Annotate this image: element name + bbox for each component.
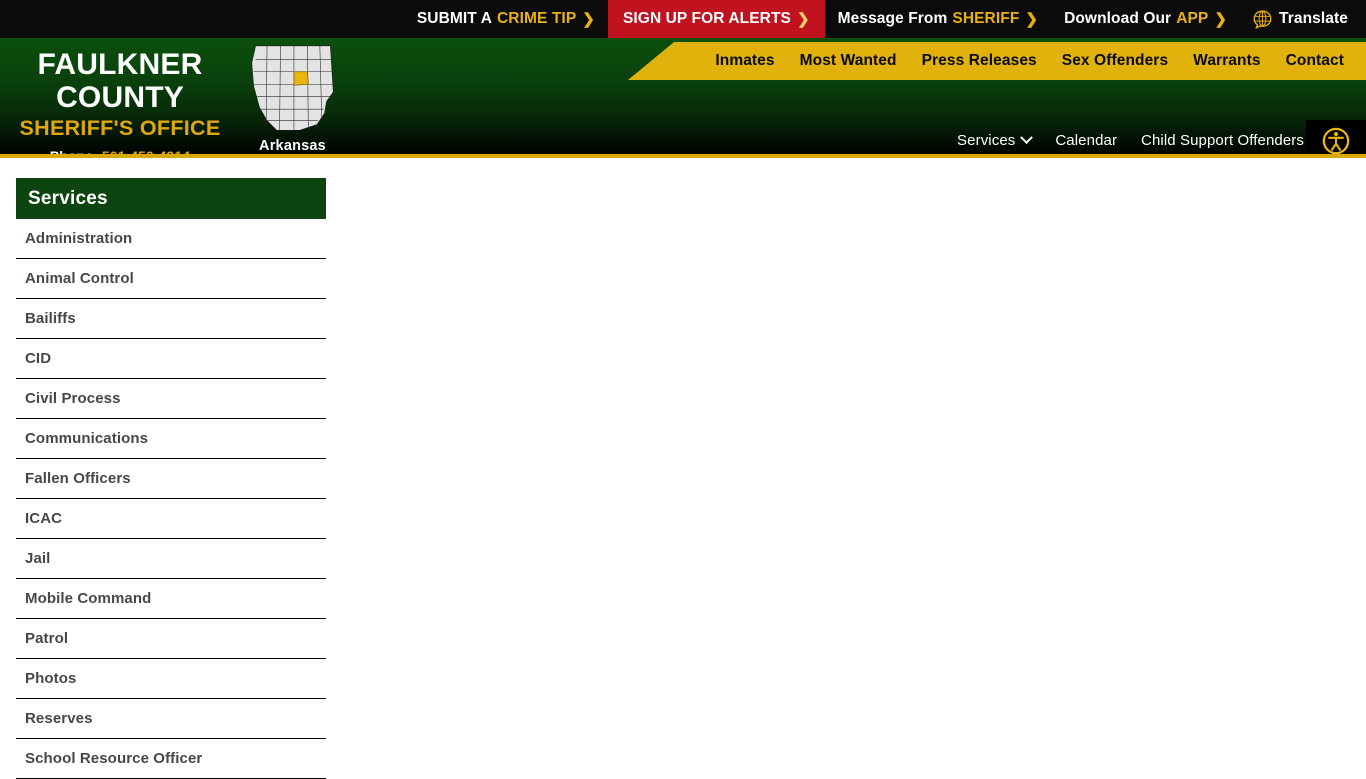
sidebar-item-civil-process[interactable]: Civil Process: [16, 379, 326, 419]
sidebar-item-animal-control[interactable]: Animal Control: [16, 259, 326, 299]
accessibility-icon[interactable]: [1321, 126, 1351, 156]
sidebar-item-reserves[interactable]: Reserves: [16, 699, 326, 739]
sidebar-item-photos[interactable]: Photos: [16, 659, 326, 699]
download-app-accent: APP: [1176, 10, 1209, 27]
sidebar-title: Services: [16, 178, 326, 219]
secondary-nav-row-1: Services Calendar Child Support Offender…: [933, 131, 1304, 149]
translate-link[interactable]: Translate: [1240, 0, 1366, 38]
sign-up-alerts-button[interactable]: SIGN UP FOR ALERTS ❯: [607, 0, 825, 38]
chevron-right-icon: ❯: [1025, 10, 1039, 28]
services-sidebar: Services Administration Animal Control B…: [16, 178, 326, 779]
submit-crime-tip-text: SUBMIT A: [416, 10, 492, 27]
download-app-text: Download Our: [1064, 10, 1172, 27]
nav-item-most-wanted[interactable]: Most Wanted: [775, 52, 897, 70]
logo-office-name: SHERIFF'S OFFICE: [19, 116, 221, 140]
nav-item-sex-offenders[interactable]: Sex Offenders: [1037, 52, 1168, 70]
subnav-item-calendar[interactable]: Calendar: [1031, 132, 1117, 149]
sidebar-item-cid[interactable]: CID: [16, 339, 326, 379]
subnav-item-child-support-offenders[interactable]: Child Support Offenders: [1117, 132, 1304, 149]
chevron-right-icon: ❯: [796, 10, 810, 28]
message-from-sheriff-text: Message From: [837, 10, 948, 27]
subnav-item-services-label: Services: [957, 132, 1016, 149]
chevron-right-icon: ❯: [1214, 10, 1228, 28]
translate-label: Translate: [1279, 10, 1348, 27]
nav-item-warrants[interactable]: Warrants: [1168, 52, 1260, 70]
submit-crime-tip-link[interactable]: SUBMIT A CRIME TIP ❯: [404, 0, 608, 38]
site-header: FAULKNER COUNTY SHERIFF'S OFFICE Phone: …: [0, 38, 1366, 158]
globe-icon: [1253, 10, 1272, 29]
sidebar-item-icac[interactable]: ICAC: [16, 499, 326, 539]
submit-crime-tip-accent: CRIME TIP: [497, 10, 577, 27]
sign-up-alerts-text: SIGN UP FOR ALERTS: [622, 10, 791, 27]
header-utility-panel: [1306, 120, 1366, 158]
nav-item-press-releases[interactable]: Press Releases: [897, 52, 1037, 70]
sidebar-item-school-resource-officer[interactable]: School Resource Officer: [16, 739, 326, 779]
logo-text-block: FAULKNER COUNTY SHERIFF'S OFFICE Phone: …: [0, 38, 232, 158]
sidebar-item-jail[interactable]: Jail: [16, 539, 326, 579]
sidebar-item-patrol[interactable]: Patrol: [16, 619, 326, 659]
sidebar-item-mobile-command[interactable]: Mobile Command: [16, 579, 326, 619]
top-utility-bar: SUBMIT A CRIME TIP ❯ SIGN UP FOR ALERTS ❯ …: [0, 0, 1366, 38]
chevron-right-icon: ❯: [582, 10, 595, 28]
sidebar-item-fallen-officers[interactable]: Fallen Officers: [16, 459, 326, 499]
message-from-sheriff-link[interactable]: Message From SHERIFF ❯: [825, 0, 1051, 38]
message-from-sheriff-accent: SHERIFF: [952, 10, 1020, 27]
sidebar-item-communications[interactable]: Communications: [16, 419, 326, 459]
sidebar-item-administration[interactable]: Administration: [16, 219, 326, 259]
nav-item-inmates[interactable]: Inmates: [690, 52, 774, 70]
subnav-item-services[interactable]: Services: [933, 131, 1034, 149]
map-caption: Arkansas: [259, 138, 326, 154]
logo-county-name: FAULKNER COUNTY: [37, 48, 203, 114]
arkansas-state-map-icon: Arkansas: [240, 42, 345, 154]
nav-item-contact[interactable]: Contact: [1261, 52, 1366, 70]
download-app-link[interactable]: Download Our APP ❯: [1051, 0, 1240, 38]
sidebar-item-bailiffs[interactable]: Bailiffs: [16, 299, 326, 339]
header-gold-underline: [0, 154, 1366, 158]
primary-nav: Inmates Most Wanted Press Releases Sex O…: [628, 42, 1366, 80]
